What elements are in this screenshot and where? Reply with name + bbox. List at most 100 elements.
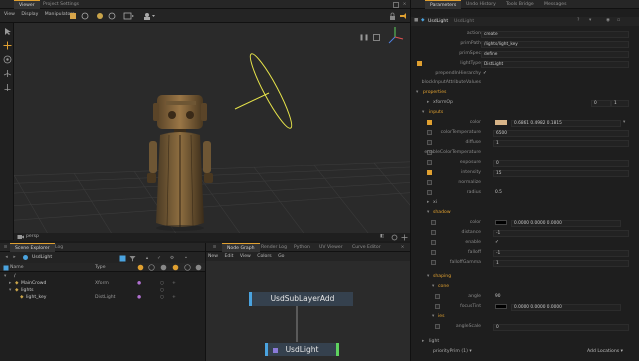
lock-icon[interactable] — [388, 11, 396, 20]
shadow-falloff-field[interactable]: -1 — [493, 249, 629, 257]
normalize-flag[interactable] — [427, 180, 432, 185]
node-graph-canvas[interactable]: UsdSubLayerAdd UsdLight — [205, 261, 410, 361]
color-temperature-field[interactable]: 6500 — [493, 129, 629, 137]
camera-label[interactable]: persp — [26, 234, 39, 239]
section-xi[interactable]: ▸ xi — [411, 198, 639, 207]
cone-focus-tint-field[interactable]: 0.0000 0.0000 0.0000 — [511, 303, 621, 311]
menu-colors[interactable]: Colors — [257, 254, 271, 259]
tab-render-log[interactable]: Render Log — [256, 243, 292, 252]
params-view-icon[interactable]: ◉ — [606, 18, 610, 23]
statusbar-grid-icon[interactable] — [400, 233, 408, 241]
shading-icon[interactable] — [68, 11, 77, 20]
action-dropdown[interactable]: create — [481, 30, 629, 38]
viewport-3d[interactable]: ❚❚ — [14, 23, 410, 233]
tab-python[interactable]: Python — [289, 243, 315, 252]
pivot-tool-icon[interactable] — [2, 82, 12, 92]
column-name[interactable]: Name — [10, 265, 24, 270]
shadow-distance-field[interactable]: -1 — [493, 229, 629, 237]
priority-dropdown[interactable]: priorityPrim (1) ▾ — [433, 347, 472, 357]
filter-icon[interactable] — [128, 254, 136, 262]
camera-icon[interactable] — [16, 233, 24, 241]
color-field[interactable]: 0.6861 0.4982 0.1815 — [511, 119, 621, 127]
tab-viewer[interactable]: Viewer — [14, 0, 40, 9]
resolution-label[interactable]: ◧ — [380, 234, 384, 239]
tab-undo-history[interactable]: Undo History — [461, 0, 501, 9]
tree-row[interactable]: ◆ light_key DistLight ● ○ + — [0, 293, 205, 303]
lighttype-dropdown[interactable]: DistLight — [481, 60, 629, 68]
exposure-field[interactable]: 0 — [493, 159, 629, 167]
column-render-icon[interactable] — [171, 264, 179, 271]
column-lock-icon[interactable] — [147, 264, 155, 271]
tab-parameters[interactable]: Parameters — [425, 0, 462, 9]
ies-angle-scale-flag[interactable] — [435, 324, 440, 329]
settings-icon[interactable]: ⚙ — [168, 254, 176, 262]
back-icon[interactable]: ◂ — [3, 254, 10, 261]
section-inputs[interactable]: ▾ inputs — [411, 108, 639, 117]
panel-options-icon[interactable] — [392, 1, 399, 8]
column-extra-icon[interactable] — [194, 264, 202, 271]
diffuse-field[interactable]: 1 — [493, 139, 629, 147]
row-state-icon[interactable]: ○ — [160, 293, 164, 303]
node-usd-sublayer-add[interactable]: UsdSubLayerAdd — [249, 292, 353, 306]
params-node-name[interactable]: UsdLight — [428, 19, 448, 24]
shadow-enable-checkbox[interactable]: ✓ — [495, 238, 499, 248]
tab-log[interactable]: Log — [50, 243, 68, 252]
check-icon[interactable]: ✓ — [155, 254, 163, 262]
shadow-distance-flag[interactable] — [431, 230, 436, 235]
xformop-field-2[interactable]: 1 — [611, 99, 629, 107]
column-solo-icon[interactable] — [159, 264, 167, 271]
column-visibility-icon[interactable] — [136, 264, 144, 271]
primpath-field[interactable]: /lights/light_key — [481, 40, 629, 48]
shadow-color-swatch[interactable] — [495, 220, 507, 225]
intensity-field[interactable]: 15 — [493, 169, 629, 177]
viewport-fit-icon[interactable] — [372, 33, 380, 41]
color-flag[interactable] — [427, 120, 432, 125]
header-toggle-icon[interactable] — [2, 264, 9, 271]
row-add-icon[interactable]: + — [172, 293, 176, 303]
shadow-falloff-gamma-flag[interactable] — [431, 260, 436, 265]
texture-icon[interactable] — [107, 11, 116, 20]
collapse-icon[interactable]: ▴ — [143, 254, 151, 262]
add-locations-button[interactable]: Add Locations ▾ — [587, 347, 623, 357]
node-graph-menu-icon[interactable]: ≡ — [211, 244, 218, 251]
lighttype-flag[interactable] — [417, 61, 422, 66]
section-cone[interactable]: ▾ cone — [411, 282, 639, 291]
color-swatch[interactable] — [495, 120, 507, 125]
tab-tools-bridge[interactable]: Tools Bridge — [501, 0, 539, 9]
tab-project-settings[interactable]: Project Settings — [38, 0, 84, 9]
viewport-pause-icon[interactable]: ❚❚ — [359, 33, 369, 41]
params-lock-icon[interactable]: ■ — [414, 18, 418, 23]
shadow-color-field[interactable]: 0.0000 0.0000 0.0000 — [511, 219, 621, 227]
menu-view-ng[interactable]: View — [240, 254, 251, 259]
pin-icon[interactable]: • — [182, 254, 190, 262]
color-menu-icon[interactable]: ▾ — [623, 118, 625, 128]
focus-tint-swatch[interactable] — [495, 304, 507, 309]
tab-curve-editor[interactable]: Curve Editor — [347, 243, 386, 252]
params-menu-icon[interactable]: ▾ — [589, 18, 591, 23]
shadow-color-flag[interactable] — [431, 220, 436, 225]
intensity-flag[interactable] — [427, 170, 432, 175]
menu-display[interactable]: Display — [21, 12, 38, 17]
menu-go[interactable]: Go — [278, 254, 284, 259]
scene-explorer-path[interactable]: UsdLight — [32, 255, 52, 260]
menu-new[interactable]: New — [208, 254, 218, 259]
section-shaping[interactable]: ▾ shaping — [411, 272, 639, 281]
visibility-icon[interactable]: ● — [137, 293, 141, 303]
exposure-flag[interactable] — [427, 160, 432, 165]
section-properties[interactable]: ▾ properties — [411, 88, 639, 97]
radius-field[interactable]: 0.5 — [493, 190, 629, 197]
cone-focus-tint-flag[interactable] — [435, 304, 440, 309]
params-float-icon[interactable]: ▫ — [617, 18, 620, 23]
radius-flag[interactable] — [427, 190, 432, 195]
light-view-icon[interactable] — [398, 11, 407, 20]
forward-icon[interactable]: ▸ — [11, 254, 18, 261]
section-ies[interactable]: ▾ ies — [411, 312, 639, 321]
frame-icon[interactable] — [122, 11, 134, 20]
scale-tool-icon[interactable] — [2, 68, 12, 78]
wire-icon[interactable] — [80, 11, 89, 20]
ies-angle-scale-field[interactable]: 0 — [493, 323, 629, 331]
cone-angle-flag[interactable] — [435, 294, 440, 299]
camera-select-icon[interactable] — [142, 11, 156, 20]
column-ghost-icon[interactable] — [183, 264, 191, 271]
menu-edit[interactable]: Edit — [225, 254, 234, 259]
